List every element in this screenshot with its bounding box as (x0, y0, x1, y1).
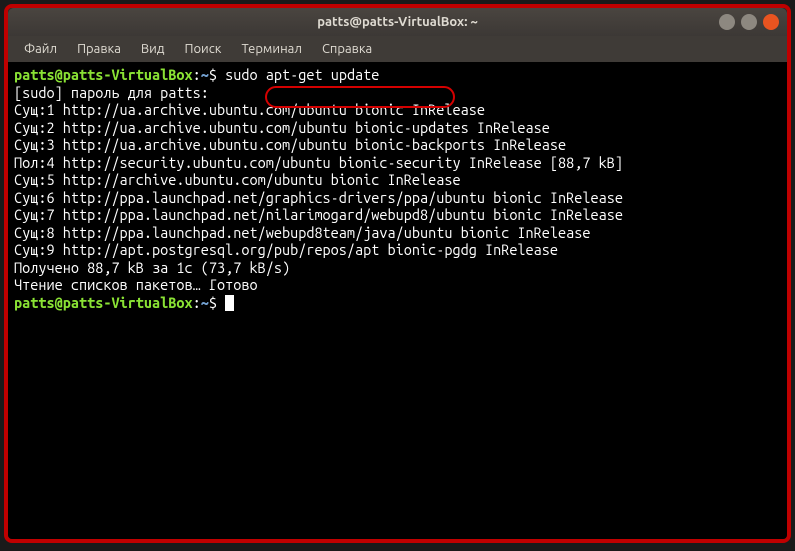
menu-view[interactable]: Вид (133, 40, 173, 58)
output-line: Сущ:5 http://archive.ubuntu.com/ubuntu b… (14, 171, 781, 189)
prompt-dollar: $ (209, 66, 217, 83)
output-line: Сущ:7 http://ppa.launchpad.net/nilarimog… (14, 206, 781, 224)
output-line: Пол:4 http://security.ubuntu.com/ubuntu … (14, 154, 781, 172)
maximize-button[interactable] (741, 14, 757, 30)
output-line: Сущ:8 http://ppa.launchpad.net/webupd8te… (14, 224, 781, 242)
window-title: patts@patts-VirtualBox: ~ (317, 15, 478, 29)
output-line: Получено 88,7 kB за 1с (73,7 kB/s) (14, 259, 781, 277)
cursor-icon (225, 295, 234, 311)
window-controls (719, 14, 779, 30)
output-line: Сущ:1 http://ua.archive.ubuntu.com/ubunt… (14, 101, 781, 119)
menubar: Файл Правка Вид Поиск Терминал Справка (8, 36, 787, 62)
output-line: Сущ:3 http://ua.archive.ubuntu.com/ubunt… (14, 136, 781, 154)
menu-edit[interactable]: Правка (69, 40, 129, 58)
menu-file[interactable]: Файл (16, 40, 65, 58)
menu-terminal[interactable]: Терминал (233, 40, 309, 58)
prompt-user-host: patts@patts-VirtualBox (14, 66, 193, 83)
close-button[interactable] (763, 14, 779, 30)
output-line: [sudo] пароль для patts: (14, 84, 781, 102)
prompt-path: ~ (201, 66, 209, 83)
output-line: Сущ:2 http://ua.archive.ubuntu.com/ubunt… (14, 119, 781, 137)
prompt-colon: : (193, 66, 201, 83)
output-line: Сущ:6 http://ppa.launchpad.net/graphics-… (14, 189, 781, 207)
terminal-output-area[interactable]: patts@patts-VirtualBox:~$ sudo apt-get u… (8, 62, 787, 539)
menu-search[interactable]: Поиск (176, 40, 229, 58)
command-text: sudo apt-get update (225, 66, 379, 83)
output-line: Чтение списков пакетов… Готово (14, 276, 781, 294)
prompt-user-host: patts@patts-VirtualBox (14, 294, 193, 311)
prompt-colon: : (193, 294, 201, 311)
titlebar: patts@patts-VirtualBox: ~ (8, 8, 787, 36)
prompt-path: ~ (201, 294, 209, 311)
output-line: Сущ:9 http://apt.postgresql.org/pub/repo… (14, 241, 781, 259)
minimize-button[interactable] (719, 14, 735, 30)
prompt-dollar: $ (209, 294, 217, 311)
terminal-window: patts@patts-VirtualBox: ~ Файл Правка Ви… (8, 8, 787, 539)
menu-help[interactable]: Справка (314, 40, 380, 58)
